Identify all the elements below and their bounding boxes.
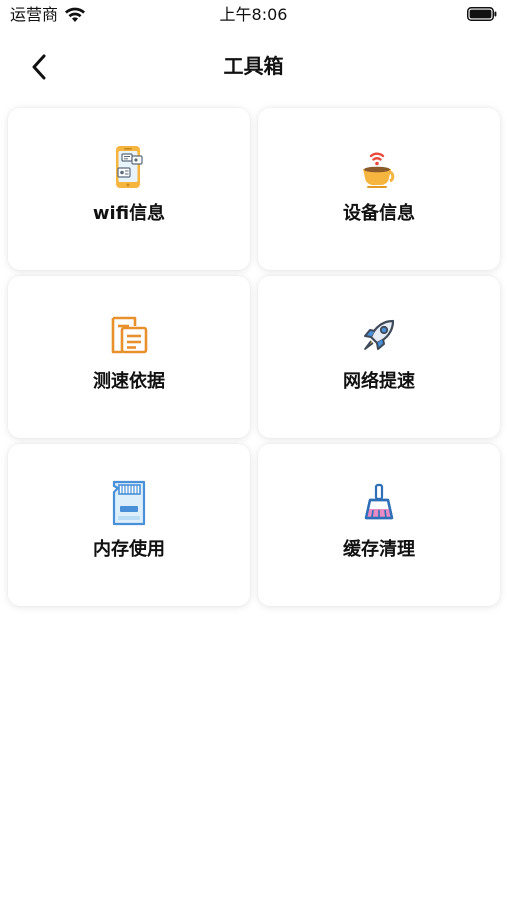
phone-id-icon	[106, 144, 152, 190]
tool-label: 设备信息	[343, 203, 415, 224]
page-title: 工具箱	[223, 54, 284, 78]
broom-icon	[356, 480, 402, 526]
coffee-cup-icon	[356, 144, 402, 190]
status-time: 上午8:06	[219, 5, 288, 24]
document-icon	[106, 312, 152, 358]
tool-card-memory-usage[interactable]: 内存使用	[8, 444, 250, 606]
tool-grid: wifi信息 设备信息 测速依据 网络提速 内存使用 缓存清理	[8, 108, 500, 606]
rocket-icon	[356, 312, 402, 358]
tool-card-device-info[interactable]: 设备信息	[258, 108, 500, 270]
tool-card-speed-basis[interactable]: 测速依据	[8, 276, 250, 438]
tool-card-wifi-info[interactable]: wifi信息	[8, 108, 250, 270]
tool-label: wifi信息	[92, 203, 166, 224]
tool-card-network-boost[interactable]: 网络提速	[258, 276, 500, 438]
tool-label: 内存使用	[93, 539, 165, 560]
tool-card-cache-clean[interactable]: 缓存清理	[258, 444, 500, 606]
tool-label: 缓存清理	[343, 539, 415, 560]
sd-card-icon	[106, 480, 152, 526]
tool-label: 网络提速	[343, 371, 415, 392]
battery-icon	[467, 7, 497, 21]
status-bar: 运营商 上午8:06	[0, 0, 507, 30]
nav-bar: 工具箱	[0, 40, 507, 92]
tool-label: 测速依据	[93, 371, 165, 392]
